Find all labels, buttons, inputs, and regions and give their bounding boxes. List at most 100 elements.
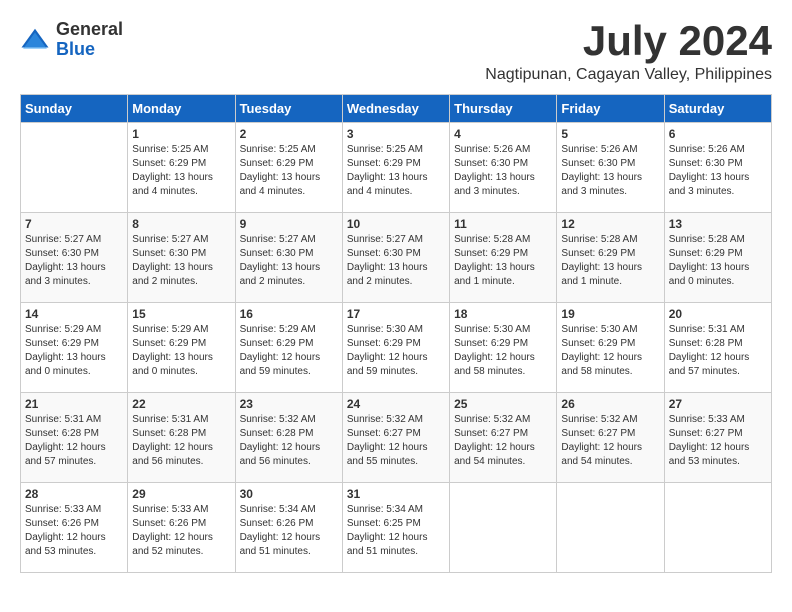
logo-text: General Blue bbox=[56, 20, 123, 60]
day-info: Sunrise: 5:29 AM Sunset: 6:29 PM Dayligh… bbox=[132, 323, 230, 379]
calendar-cell: 4 Sunrise: 5:26 AM Sunset: 6:30 PM Daylig… bbox=[450, 123, 557, 213]
calendar-cell: 7Sunrise: 5:27 AM Sunset: 6:30 PM Daylig… bbox=[21, 213, 128, 303]
day-number: 18 bbox=[454, 307, 552, 321]
day-number: 21 bbox=[25, 397, 123, 411]
day-info: Sunrise: 5:31 AM Sunset: 6:28 PM Dayligh… bbox=[25, 413, 123, 469]
day-info: Sunrise: 5:27 AM Sunset: 6:30 PM Dayligh… bbox=[25, 233, 123, 289]
day-info: Sunrise: 5:32 AM Sunset: 6:28 PM Dayligh… bbox=[240, 413, 338, 469]
day-number: 31 bbox=[347, 487, 445, 501]
day-info: Sunrise: 5:33 AM Sunset: 6:26 PM Dayligh… bbox=[25, 503, 123, 559]
day-number: 28 bbox=[25, 487, 123, 501]
day-number: 26 bbox=[561, 397, 659, 411]
calendar-cell: 18 Sunrise: 5:30 AM Sunset: 6:29 PM Dayli… bbox=[450, 303, 557, 393]
day-number: 12 bbox=[561, 217, 659, 231]
logo: General Blue bbox=[20, 20, 123, 60]
day-info: Sunrise: 5:33 AM Sunset: 6:26 PM Dayligh… bbox=[132, 503, 230, 559]
day-info: Sunrise: 5:26 AM Sunset: 6:30 PM Dayligh… bbox=[454, 143, 552, 199]
calendar-cell: 5 Sunrise: 5:26 AM Sunset: 6:30 PM Daylig… bbox=[557, 123, 664, 213]
day-number: 6 bbox=[669, 127, 767, 141]
month-title: July 2024 bbox=[485, 20, 772, 62]
calendar-cell: 12 Sunrise: 5:28 AM Sunset: 6:29 PM Dayli… bbox=[557, 213, 664, 303]
day-number: 23 bbox=[240, 397, 338, 411]
calendar-cell: 2 Sunrise: 5:25 AM Sunset: 6:29 PM Daylig… bbox=[235, 123, 342, 213]
day-info: Sunrise: 5:27 AM Sunset: 6:30 PM Dayligh… bbox=[132, 233, 230, 289]
header-tuesday: Tuesday bbox=[235, 95, 342, 123]
calendar-table: SundayMondayTuesdayWednesdayThursdayFrid… bbox=[20, 94, 772, 573]
day-info: Sunrise: 5:31 AM Sunset: 6:28 PM Dayligh… bbox=[132, 413, 230, 469]
calendar-cell: 30 Sunrise: 5:34 AM Sunset: 6:26 PM Dayli… bbox=[235, 483, 342, 573]
day-number: 5 bbox=[561, 127, 659, 141]
header-friday: Friday bbox=[557, 95, 664, 123]
calendar-cell: 17Sunrise: 5:30 AM Sunset: 6:29 PM Dayli… bbox=[342, 303, 449, 393]
day-info: Sunrise: 5:30 AM Sunset: 6:29 PM Dayligh… bbox=[454, 323, 552, 379]
header-monday: Monday bbox=[128, 95, 235, 123]
calendar-header-row: SundayMondayTuesdayWednesdayThursdayFrid… bbox=[21, 95, 772, 123]
day-info: Sunrise: 5:34 AM Sunset: 6:25 PM Dayligh… bbox=[347, 503, 445, 559]
calendar-week-5: 28 Sunrise: 5:33 AM Sunset: 6:26 PM Dayli… bbox=[21, 483, 772, 573]
calendar-cell bbox=[557, 483, 664, 573]
day-number: 22 bbox=[132, 397, 230, 411]
day-number: 14 bbox=[25, 307, 123, 321]
day-number: 10 bbox=[347, 217, 445, 231]
calendar-cell bbox=[664, 483, 771, 573]
day-info: Sunrise: 5:30 AM Sunset: 6:29 PM Dayligh… bbox=[561, 323, 659, 379]
day-info: Sunrise: 5:26 AM Sunset: 6:30 PM Dayligh… bbox=[561, 143, 659, 199]
day-number: 25 bbox=[454, 397, 552, 411]
calendar-cell: 11Sunrise: 5:28 AM Sunset: 6:29 PM Dayli… bbox=[450, 213, 557, 303]
day-info: Sunrise: 5:25 AM Sunset: 6:29 PM Dayligh… bbox=[240, 143, 338, 199]
calendar-cell: 24 Sunrise: 5:32 AM Sunset: 6:27 PM Dayli… bbox=[342, 393, 449, 483]
day-info: Sunrise: 5:32 AM Sunset: 6:27 PM Dayligh… bbox=[454, 413, 552, 469]
calendar-cell: 31 Sunrise: 5:34 AM Sunset: 6:25 PM Dayli… bbox=[342, 483, 449, 573]
calendar-cell: 13 Sunrise: 5:28 AM Sunset: 6:29 PM Dayli… bbox=[664, 213, 771, 303]
calendar-week-1: 1 Sunrise: 5:25 AM Sunset: 6:29 PM Daylig… bbox=[21, 123, 772, 213]
day-info: Sunrise: 5:34 AM Sunset: 6:26 PM Dayligh… bbox=[240, 503, 338, 559]
calendar-week-3: 14 Sunrise: 5:29 AM Sunset: 6:29 PM Dayli… bbox=[21, 303, 772, 393]
day-number: 20 bbox=[669, 307, 767, 321]
header-thursday: Thursday bbox=[450, 95, 557, 123]
day-info: Sunrise: 5:25 AM Sunset: 6:29 PM Dayligh… bbox=[132, 143, 230, 199]
day-number: 16 bbox=[240, 307, 338, 321]
calendar-cell: 15 Sunrise: 5:29 AM Sunset: 6:29 PM Dayli… bbox=[128, 303, 235, 393]
day-number: 1 bbox=[132, 127, 230, 141]
day-info: Sunrise: 5:30 AM Sunset: 6:29 PM Dayligh… bbox=[347, 323, 445, 379]
day-info: Sunrise: 5:28 AM Sunset: 6:29 PM Dayligh… bbox=[561, 233, 659, 289]
calendar-cell: 25 Sunrise: 5:32 AM Sunset: 6:27 PM Dayli… bbox=[450, 393, 557, 483]
day-info: Sunrise: 5:29 AM Sunset: 6:29 PM Dayligh… bbox=[25, 323, 123, 379]
day-info: Sunrise: 5:27 AM Sunset: 6:30 PM Dayligh… bbox=[347, 233, 445, 289]
day-number: 15 bbox=[132, 307, 230, 321]
day-number: 4 bbox=[454, 127, 552, 141]
calendar-cell: 22 Sunrise: 5:31 AM Sunset: 6:28 PM Dayli… bbox=[128, 393, 235, 483]
calendar-cell: 1 Sunrise: 5:25 AM Sunset: 6:29 PM Daylig… bbox=[128, 123, 235, 213]
calendar-cell: 14 Sunrise: 5:29 AM Sunset: 6:29 PM Dayli… bbox=[21, 303, 128, 393]
day-info: Sunrise: 5:26 AM Sunset: 6:30 PM Dayligh… bbox=[669, 143, 767, 199]
logo-blue-text: Blue bbox=[56, 40, 123, 60]
logo-general-text: General bbox=[56, 20, 123, 40]
calendar-cell: 9Sunrise: 5:27 AM Sunset: 6:30 PM Daylig… bbox=[235, 213, 342, 303]
calendar-cell: 23 Sunrise: 5:32 AM Sunset: 6:28 PM Dayli… bbox=[235, 393, 342, 483]
calendar-cell: 29Sunrise: 5:33 AM Sunset: 6:26 PM Dayli… bbox=[128, 483, 235, 573]
day-info: Sunrise: 5:29 AM Sunset: 6:29 PM Dayligh… bbox=[240, 323, 338, 379]
day-number: 13 bbox=[669, 217, 767, 231]
day-info: Sunrise: 5:32 AM Sunset: 6:27 PM Dayligh… bbox=[561, 413, 659, 469]
calendar-cell: 27Sunrise: 5:33 AM Sunset: 6:27 PM Dayli… bbox=[664, 393, 771, 483]
calendar-cell bbox=[450, 483, 557, 573]
day-number: 2 bbox=[240, 127, 338, 141]
day-number: 8 bbox=[132, 217, 230, 231]
calendar-week-4: 21 Sunrise: 5:31 AM Sunset: 6:28 PM Dayli… bbox=[21, 393, 772, 483]
day-info: Sunrise: 5:32 AM Sunset: 6:27 PM Dayligh… bbox=[347, 413, 445, 469]
calendar-week-2: 7Sunrise: 5:27 AM Sunset: 6:30 PM Daylig… bbox=[21, 213, 772, 303]
header-saturday: Saturday bbox=[664, 95, 771, 123]
calendar-cell: 19Sunrise: 5:30 AM Sunset: 6:29 PM Dayli… bbox=[557, 303, 664, 393]
location-title: Nagtipunan, Cagayan Valley, Philippines bbox=[485, 66, 772, 84]
day-info: Sunrise: 5:33 AM Sunset: 6:27 PM Dayligh… bbox=[669, 413, 767, 469]
day-info: Sunrise: 5:28 AM Sunset: 6:29 PM Dayligh… bbox=[669, 233, 767, 289]
calendar-cell: 8 Sunrise: 5:27 AM Sunset: 6:30 PM Daylig… bbox=[128, 213, 235, 303]
calendar-cell: 21 Sunrise: 5:31 AM Sunset: 6:28 PM Dayli… bbox=[21, 393, 128, 483]
calendar-cell: 28 Sunrise: 5:33 AM Sunset: 6:26 PM Dayli… bbox=[21, 483, 128, 573]
header-sunday: Sunday bbox=[21, 95, 128, 123]
day-number: 24 bbox=[347, 397, 445, 411]
day-number: 30 bbox=[240, 487, 338, 501]
day-number: 11 bbox=[454, 217, 552, 231]
calendar-cell: 3Sunrise: 5:25 AM Sunset: 6:29 PM Daylig… bbox=[342, 123, 449, 213]
calendar-cell: 6 Sunrise: 5:26 AM Sunset: 6:30 PM Daylig… bbox=[664, 123, 771, 213]
